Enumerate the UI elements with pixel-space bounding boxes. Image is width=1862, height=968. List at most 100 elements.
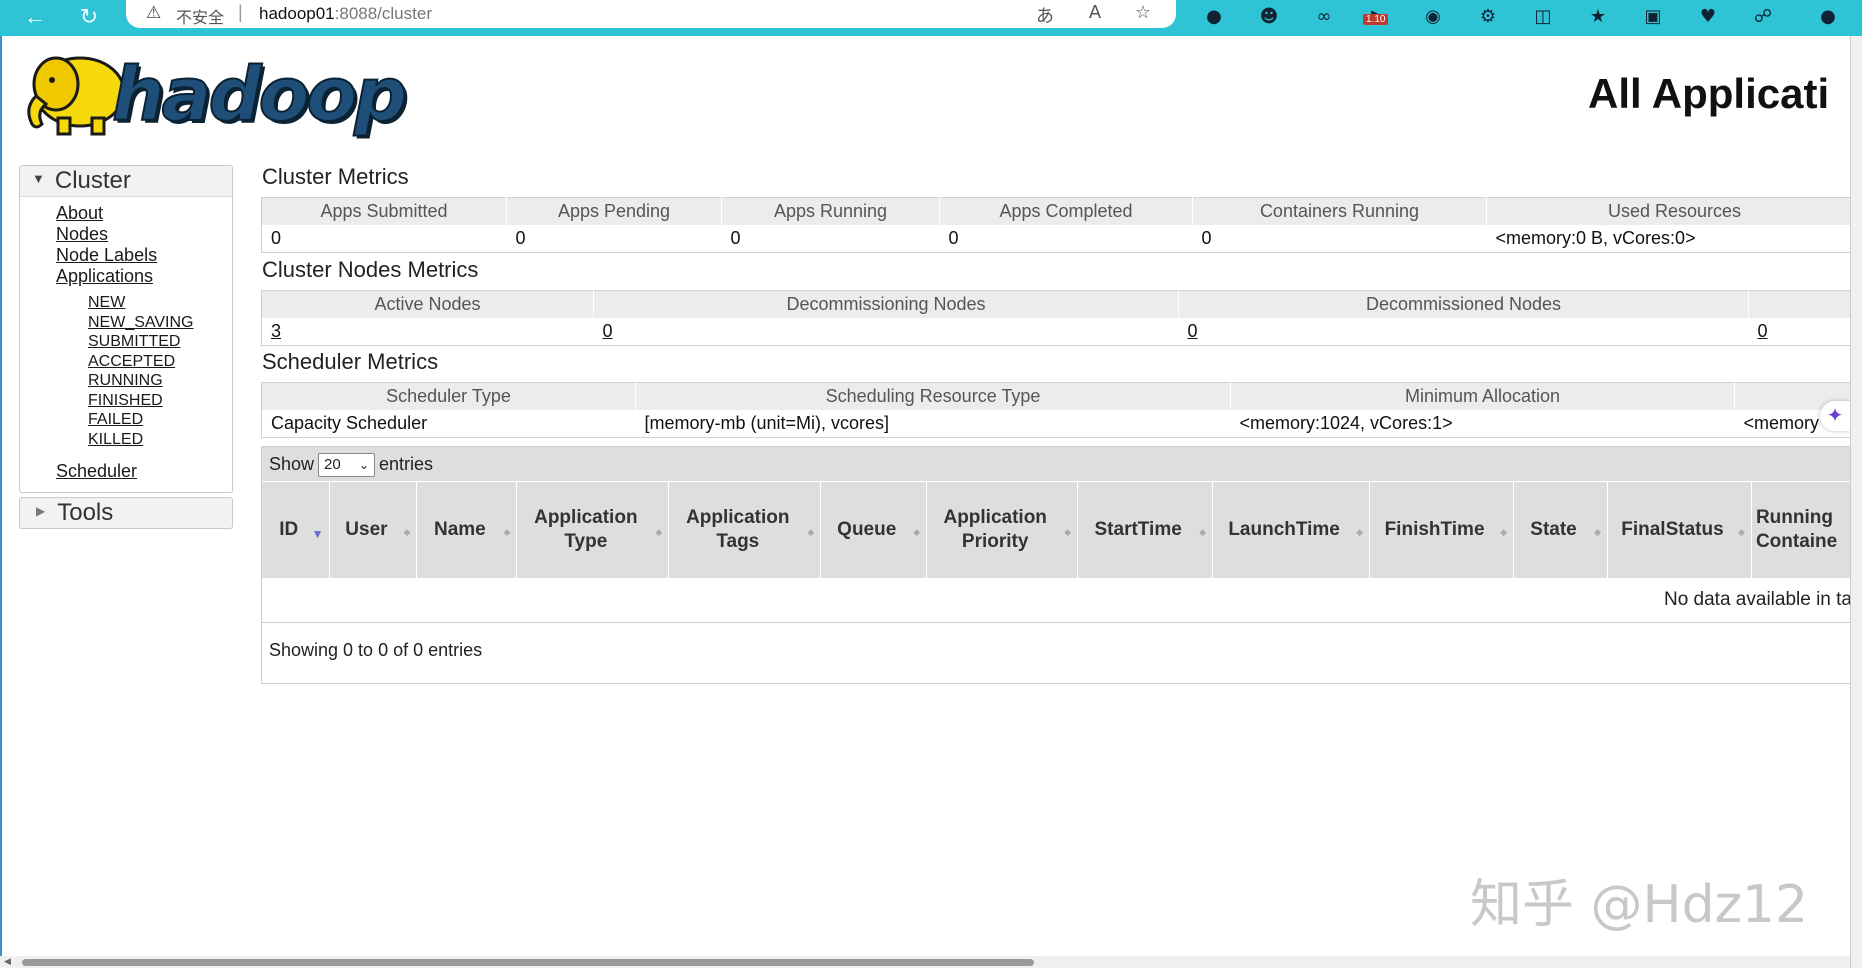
state-link-new[interactable]: NEW <box>88 293 232 313</box>
column-header-label: ID <box>279 519 299 540</box>
applications-table: ID ▼ User ◆ Name ◆ Application Type ◆ Applic… <box>262 481 1862 578</box>
sort-icon: ◆ <box>1356 527 1364 537</box>
lost-nodes-link[interactable]: 0 <box>1758 321 1768 341</box>
state-link-finished[interactable]: FINISHED <box>88 391 232 411</box>
sidebar-link-node-labels[interactable]: Node Labels <box>56 245 232 266</box>
back-arrow-icon[interactable]: ← <box>20 2 50 32</box>
sortable-column-id[interactable]: ID ▼ <box>262 481 331 578</box>
hadoop-wordmark: hadoop <box>111 51 408 139</box>
page-size-select[interactable]: 20 ⌄ <box>318 453 376 478</box>
sort-icon: ◆ <box>503 527 511 537</box>
sortable-column-running-containers[interactable]: Running Containe <box>1751 481 1862 578</box>
tools-section-title: Tools <box>57 499 114 526</box>
decommissioning-nodes-cell: 0 <box>593 318 1179 346</box>
column-header: Minimum Allocation <box>1230 382 1735 410</box>
table-header-row: Active Nodes Decommissioning Nodes Decom… <box>261 290 1862 318</box>
sort-descending-icon: ▼ <box>311 527 324 541</box>
active-nodes-link[interactable]: 3 <box>271 321 281 341</box>
table-row: 3 0 0 0 <box>261 318 1862 346</box>
sortable-column-application-tags[interactable]: Application Tags ◆ <box>668 481 822 578</box>
sortable-column-application-priority[interactable]: Application Priority ◆ <box>926 481 1079 578</box>
favorites-icon[interactable]: ★ <box>1585 4 1611 30</box>
state-link-killed[interactable]: KILLED <box>88 430 232 450</box>
empty-table-message: No data available in ta <box>262 578 1862 623</box>
sortable-column-application-type[interactable]: Application Type ◆ <box>516 481 670 578</box>
cluster-nodes-metrics-title: Cluster Nodes Metrics <box>262 257 479 282</box>
active-nodes-cell: 3 <box>261 318 594 346</box>
collapsed-triangle-icon: ▶ <box>36 503 46 518</box>
sort-icon: ◆ <box>403 527 411 537</box>
sidebar-link-applications[interactable]: Applications <box>56 266 232 287</box>
address-bar[interactable]: ⚠ 不安全 | hadoop01:8088/cluster あ A ☆ <box>126 0 1176 28</box>
sort-icon: ◆ <box>1594 527 1601 537</box>
decommissioned-nodes-link[interactable]: 0 <box>1188 321 1198 341</box>
scheduler-type-value: Capacity Scheduler <box>261 410 636 438</box>
read-aloud-icon[interactable]: A <box>1081 2 1109 23</box>
sidebar-link-scheduler[interactable]: Scheduler <box>56 461 232 482</box>
apps-pending-value: 0 <box>506 225 722 253</box>
scroll-left-arrow-icon[interactable]: ◀ <box>4 956 11 967</box>
state-link-accepted[interactable]: ACCEPTED <box>88 352 232 372</box>
scrollbar-thumb[interactable] <box>22 959 1034 966</box>
containers-running-value: 0 <box>1192 225 1487 253</box>
cluster-metrics-table: Apps Submitted Apps Pending Apps Running… <box>261 197 1862 253</box>
state-link-submitted[interactable]: SUBMITTED <box>88 332 232 352</box>
sortable-column-final-status[interactable]: FinalStatus ◆ <box>1607 481 1752 578</box>
column-header-label: LaunchTime <box>1228 519 1340 540</box>
column-header: Used Resources <box>1486 197 1862 225</box>
state-link-running[interactable]: RUNNING <box>88 371 232 391</box>
extension-badge: 1.10 <box>1363 14 1389 25</box>
sidebar-link-nodes[interactable]: Nodes <box>56 224 232 245</box>
sortable-column-state[interactable]: State ◆ <box>1513 481 1608 578</box>
sortable-column-name[interactable]: Name ◆ <box>416 481 518 578</box>
horizontal-scrollbar[interactable]: ◀ <box>0 956 1850 968</box>
url-host: hadoop01 <box>259 4 335 23</box>
column-header-label: Name <box>434 519 486 540</box>
app-state-links: NEW NEW_SAVING SUBMITTED ACCEPTED RUNNIN… <box>56 287 232 449</box>
scheduler-metrics-title: Scheduler Metrics <box>262 349 439 374</box>
cluster-section-header[interactable]: ▼ Cluster <box>20 166 232 197</box>
puzzle-icon[interactable]: ⚙ <box>1475 4 1501 30</box>
sortable-column-queue[interactable]: Queue ◆ <box>820 481 928 578</box>
lost-nodes-cell: 0 <box>1748 318 1862 346</box>
share-icon[interactable]: ☍ <box>1750 4 1776 30</box>
sidebar-link-about[interactable]: About <box>56 203 232 224</box>
state-link-failed[interactable]: FAILED <box>88 410 232 430</box>
cluster-section: ▼ Cluster About Nodes Node Labels Applica… <box>19 165 233 493</box>
reload-icon[interactable]: ↻ <box>74 2 104 32</box>
performance-icon[interactable]: ♥ <box>1695 4 1721 30</box>
sort-icon: ◆ <box>655 527 663 537</box>
sparkle-icon[interactable]: ✦ <box>1820 401 1850 431</box>
extension-icon[interactable]: ◉ <box>1420 4 1446 30</box>
extension-icon[interactable]: ☻ <box>1256 4 1282 30</box>
translate-icon[interactable]: あ <box>1031 2 1059 28</box>
warning-icon: ⚠ <box>146 3 162 22</box>
applications-datatable: Show 20 ⌄ entries ID ▼ User ◆ Name ◆ Applicati… <box>261 446 1862 684</box>
column-header: L <box>1748 290 1862 318</box>
column-header: Apps Completed <box>939 197 1193 225</box>
decommissioned-nodes-cell: 0 <box>1178 318 1749 346</box>
split-screen-icon[interactable]: ◫ <box>1530 4 1556 30</box>
state-link-new-saving[interactable]: NEW_SAVING <box>88 313 232 333</box>
expanded-triangle-icon: ▼ <box>32 170 45 186</box>
extension-icon[interactable]: ● <box>1201 4 1227 30</box>
extension-icon[interactable]: ∞ <box>1311 4 1337 30</box>
column-header: Decommissioned Nodes <box>1178 290 1749 318</box>
collections-icon[interactable]: ▣ <box>1640 4 1666 30</box>
sort-icon: ◆ <box>1064 527 1072 537</box>
profile-icon[interactable]: ● <box>1815 4 1841 30</box>
sortable-column-launch-time[interactable]: LaunchTime ◆ <box>1212 481 1371 578</box>
tools-section-header[interactable]: ▶ Tools <box>19 497 233 529</box>
favorite-star-icon[interactable]: ☆ <box>1129 2 1157 23</box>
sortable-column-user[interactable]: User ◆ <box>329 481 418 578</box>
sortable-column-start-time[interactable]: StartTime ◆ <box>1077 481 1214 578</box>
sortable-column-finish-time[interactable]: FinishTime ◆ <box>1369 481 1515 578</box>
column-header: Apps Pending <box>506 197 722 225</box>
table-row: 0 0 0 0 0 <memory:0 B, vCores:0> <box>261 225 1862 253</box>
insecure-label: 不安全 <box>176 8 225 27</box>
cluster-metrics-title: Cluster Metrics <box>262 164 409 189</box>
column-header-label: Application Tags <box>686 507 790 552</box>
column-header: Active Nodes <box>261 290 594 318</box>
vertical-scrollbar[interactable] <box>1850 36 1862 968</box>
decommissioning-nodes-link[interactable]: 0 <box>603 321 613 341</box>
